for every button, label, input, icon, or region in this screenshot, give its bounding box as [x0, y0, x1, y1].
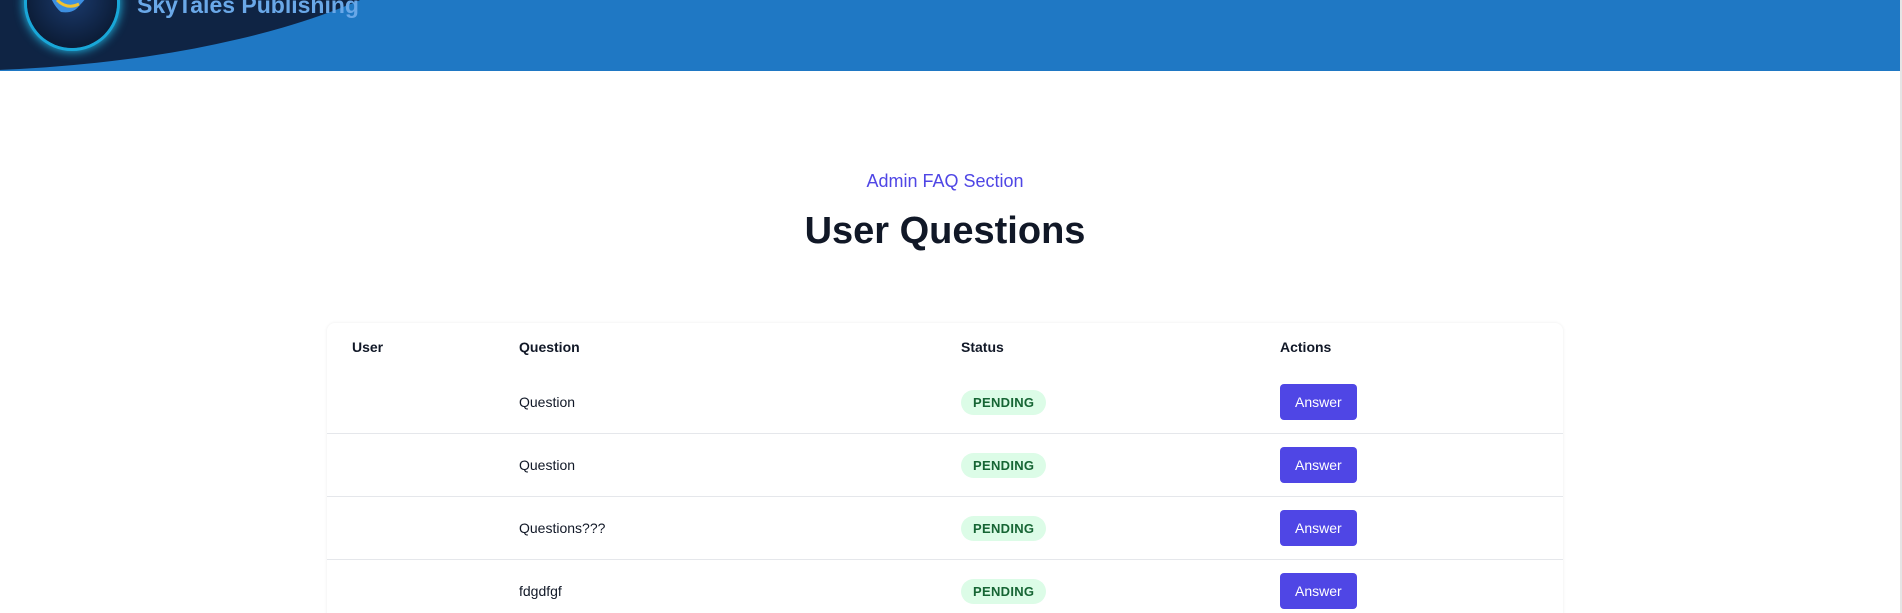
row-status: PENDING: [961, 560, 1261, 613]
row-question: fdgdfgf: [519, 583, 562, 599]
row-status: PENDING: [961, 371, 1261, 433]
row-actions: Answer: [1280, 497, 1530, 559]
answer-button[interactable]: Answer: [1280, 447, 1357, 483]
status-badge: PENDING: [961, 452, 1047, 478]
status-badge: PENDING: [961, 389, 1047, 415]
page-title: User Questions: [804, 210, 1086, 252]
column-header-user: User: [352, 339, 384, 355]
row-actions: Answer: [1280, 371, 1530, 433]
row-user: [352, 371, 502, 433]
table-row: Question PENDING Answer: [327, 434, 1563, 497]
bird-logo-icon[interactable]: [27, 0, 117, 48]
status-badge: PENDING: [961, 578, 1047, 604]
row-actions: Answer: [1280, 434, 1530, 496]
answer-button[interactable]: Answer: [1280, 573, 1357, 609]
section-eyebrow: Admin FAQ Section: [866, 171, 1024, 191]
row-user: [352, 434, 502, 496]
answer-button[interactable]: Answer: [1280, 384, 1357, 420]
column-header-status: Status: [961, 339, 1004, 355]
row-status: PENDING: [961, 497, 1261, 559]
row-question: Question: [519, 457, 576, 473]
status-badge: PENDING: [961, 515, 1047, 541]
row-question: Question: [519, 394, 576, 410]
table-row: fdgdfgf PENDING Answer: [327, 560, 1563, 613]
brand-name[interactable]: SkyTales Publishing: [137, 0, 359, 19]
answer-button[interactable]: Answer: [1280, 510, 1357, 546]
row-question: Questions???: [519, 520, 606, 536]
table-row: Question PENDING Answer: [327, 371, 1563, 434]
questions-table: User Question Status Actions Question PE…: [327, 323, 1563, 613]
row-user: [352, 560, 502, 613]
row-status: PENDING: [961, 434, 1261, 496]
table-row: Questions??? PENDING Answer: [327, 497, 1563, 560]
page: SkyTales Publishing Admin FAQ Section Us…: [0, 0, 1902, 613]
column-header-question: Question: [519, 339, 580, 355]
row-actions: Answer: [1280, 560, 1530, 613]
table-header: User Question Status Actions: [327, 323, 1563, 371]
site-header: SkyTales Publishing: [0, 0, 1900, 71]
row-user: [352, 497, 502, 559]
column-header-actions: Actions: [1280, 339, 1332, 355]
